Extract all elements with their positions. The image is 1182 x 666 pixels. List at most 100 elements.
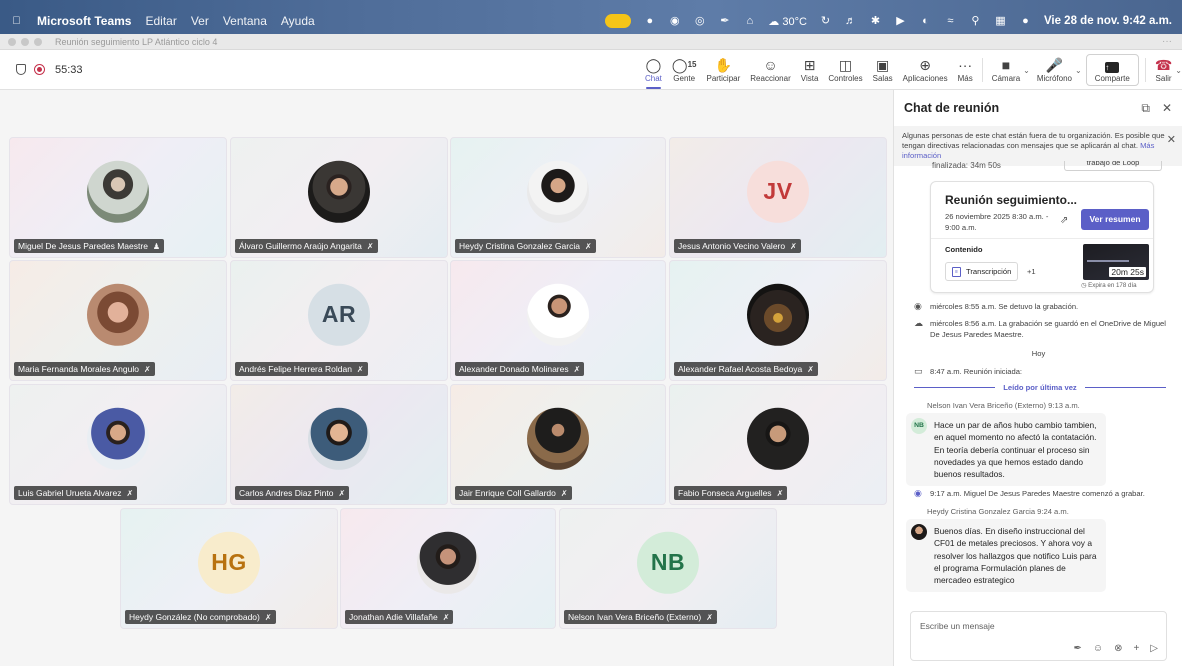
mic-off-icon: ✗ (143, 364, 151, 374)
record-icon[interactable]: ◉ (668, 15, 681, 28)
participant-tile[interactable]: Álvaro Guillermo Araújo Angarita ✗ (230, 137, 448, 258)
plus-icon[interactable]: + (1133, 643, 1139, 654)
chat-message[interactable]: Buenos días. En diseño instruccional del… (906, 519, 1106, 593)
participant-tile[interactable]: HG Heydy González (No comprobado) ✗ (120, 508, 338, 629)
status-pill-icon[interactable] (605, 14, 632, 28)
screen-icon[interactable]: ◎ (693, 15, 706, 28)
grid-icon: ⊞ (803, 57, 816, 73)
participant-initials-avatar: AR (308, 283, 370, 346)
participant-tile[interactable]: NB Nelson Ivan Vera Briceño (Externo) ✗ (559, 508, 777, 629)
participant-tile[interactable]: Alexander Rafael Acosta Bedoya ✗ (669, 260, 887, 381)
recording-thumbnail[interactable]: 20m 25s (1083, 244, 1149, 280)
menu-ventana[interactable]: Ventana (223, 14, 267, 28)
meeting-chat-panel: Chat de reunión ⧉ ✕ Algunas personas de … (893, 90, 1182, 666)
apple-icon[interactable]:  (10, 15, 23, 28)
chat-message[interactable]: NB Hace un par de años hubo cambio tambi… (906, 413, 1106, 487)
weather-temp: 30°C (782, 15, 807, 28)
share-label: Comparte (1094, 74, 1130, 83)
emoji-icon[interactable]: ☺ (1093, 643, 1103, 654)
leave-label: Salir (1155, 74, 1172, 83)
spotlight-search-icon[interactable]: ⚲ (969, 15, 982, 28)
system-message: ◉ 9:17 a.m. Miguel De Jesus Paredes Maes… (914, 488, 1176, 499)
controls-button[interactable]: ◫ Controles (823, 50, 867, 90)
rooms-button[interactable]: ▣ Salas (868, 50, 898, 90)
toolbar-divider (1144, 58, 1146, 82)
window-more-icon[interactable]: ··· (1162, 36, 1172, 47)
react-label: Reaccionar (750, 74, 791, 83)
siri-icon[interactable]: ● (1019, 15, 1032, 28)
sync-icon[interactable]: ↻ (819, 15, 832, 28)
participant-initials-avatar: HG (198, 531, 260, 594)
chat-messages[interactable]: finalizada: 34m 50s trabajo de Loop Reun… (894, 161, 1182, 597)
more-icon: ··· (958, 57, 973, 73)
people-button[interactable]: ◯15 Gente (667, 50, 702, 90)
participant-photo (417, 531, 479, 594)
network-icon[interactable]: ⌂ (743, 15, 756, 28)
more-button[interactable]: ··· Más (953, 50, 978, 90)
participant-tile[interactable]: Miguel De Jesus Paredes Maestre ♟ (9, 137, 227, 258)
record-stop-icon: ◉ (914, 301, 922, 311)
chat-button[interactable]: ◯ Chat (640, 50, 667, 90)
pop-out-icon[interactable]: ⧉ (1141, 101, 1150, 116)
menu-ver[interactable]: Ver (191, 14, 209, 28)
transcript-chip[interactable]: ≡ Transcripción (945, 262, 1019, 281)
date-divider: Hoy (1031, 349, 1046, 358)
leave-button[interactable]: ☎ Salir (1150, 50, 1177, 90)
react-button[interactable]: ☺ Reaccionar (745, 50, 795, 90)
play-icon[interactable]: ▶ (894, 15, 907, 28)
mic-button[interactable]: 🎤 Micrófono (1032, 50, 1077, 90)
system-text: 9:17 a.m. Miguel De Jesus Paredes Maestr… (930, 489, 1145, 498)
participant-tile[interactable]: Jair Enrique Coll Gallardo ✗ (450, 384, 666, 505)
last-read-divider: Leído por última vez (914, 383, 1167, 392)
raise-hand-button[interactable]: ✋ Participar (701, 50, 745, 90)
banner-close-icon[interactable]: ✕ (1167, 135, 1176, 146)
participant-tile[interactable]: Maria Fernanda Morales Angulo ✗ (9, 260, 227, 381)
participant-photo (308, 160, 370, 223)
sender-avatar[interactable]: NB (911, 418, 927, 434)
participant-tile[interactable]: Luis Gabriel Urueta Alvarez ✗ (9, 384, 227, 505)
window-close-icon[interactable] (8, 37, 16, 46)
share-button[interactable]: ↑ Comparte (1085, 54, 1139, 86)
message-composer[interactable]: Escribe un mensaje ✒ ☺ ⊗ + ▷ (910, 611, 1167, 661)
participant-tile[interactable]: Jonathan Adie Villafañe ✗ (340, 508, 556, 629)
participant-tile[interactable]: Carlos Andres Diaz Pinto ✗ (230, 384, 448, 505)
bluetooth-icon[interactable]: ✱ (869, 15, 882, 28)
camera-button[interactable]: ■ Cámara (987, 50, 1025, 90)
menu-editar[interactable]: Editar (145, 14, 176, 28)
participant-nameplate: Heydy González (No comprobado) ✗ (125, 610, 276, 624)
wifi-icon[interactable]: ≈ (944, 15, 957, 28)
menu-clock[interactable]: Vie 28 de nov. 9:42 a.m. (1044, 15, 1172, 27)
menu-ayuda[interactable]: Ayuda (281, 14, 315, 28)
focus-icon[interactable]: ◐ (919, 15, 932, 28)
view-button[interactable]: ⊞ Vista (796, 50, 824, 90)
share-icon[interactable]: ⇗ (1060, 215, 1068, 226)
apps-button[interactable]: ⊕ Aplicaciones (898, 50, 953, 90)
participant-tile[interactable]: Alexander Donado Molinares ✗ (450, 260, 666, 381)
send-icon[interactable]: ▷ (1150, 643, 1158, 654)
participant-nameplate: Carlos Andres Diaz Pinto ✗ (235, 486, 350, 500)
participant-tile[interactable]: AR Andrés Felipe Herrera Roldan ✗ (230, 260, 448, 381)
participant-tile[interactable]: Heydy Cristina Gonzalez Garcia ✗ (450, 137, 666, 258)
headphones-icon[interactable]: ♬ (844, 15, 857, 28)
recap-title[interactable]: Reunión seguimiento... (945, 193, 1077, 207)
view-summary-button[interactable]: Ver resumen (1081, 209, 1149, 230)
meeting-toolbar: 55:33 ◯ Chat ◯15 Gente ✋ Participar ☺ Re… (0, 50, 1182, 90)
sender-avatar[interactable] (911, 524, 927, 540)
teams-status-icon[interactable]: ● (643, 15, 656, 28)
participant-photo (87, 283, 149, 346)
close-icon[interactable]: ✕ (1162, 101, 1172, 116)
menu-app-name[interactable]: Microsoft Teams (37, 14, 131, 28)
participant-tile[interactable]: Fabio Fonseca Arguelles ✗ (669, 384, 887, 505)
attach-icon[interactable]: ⊗ (1114, 643, 1122, 654)
weather-reading[interactable]: ☁ 30°C (768, 15, 807, 28)
more-items-count[interactable]: +1 (1027, 267, 1036, 276)
control-center-icon[interactable]: ▦ (994, 15, 1007, 28)
shield-icon[interactable] (16, 64, 26, 75)
window-zoom-icon[interactable] (34, 37, 42, 46)
people-icon: ◯15 (671, 57, 697, 73)
loop-workspace-button[interactable]: trabajo de Loop (1064, 161, 1162, 171)
participant-tile[interactable]: JV Jesus Antonio Vecino Valero ✗ (669, 137, 887, 258)
format-icon[interactable]: ✒ (1073, 643, 1081, 654)
pen-icon[interactable]: ✒ (718, 15, 731, 28)
window-minimize-icon[interactable] (21, 37, 29, 46)
